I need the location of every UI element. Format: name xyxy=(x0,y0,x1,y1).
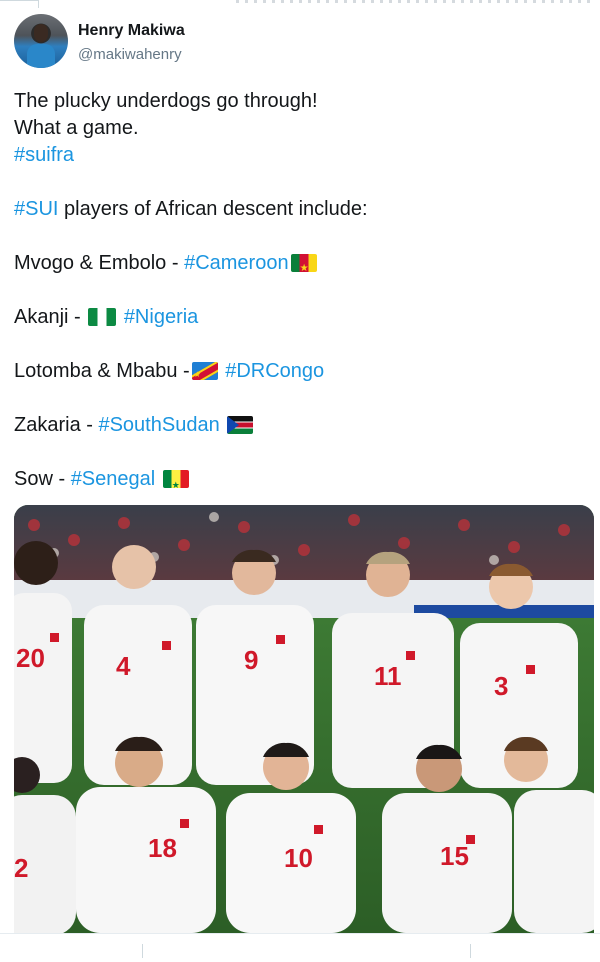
jersey-number: 10 xyxy=(284,843,313,873)
hashtag-link[interactable]: #SUI xyxy=(14,198,58,220)
tweet-text-fragment: Lotomba & Mbabu - xyxy=(14,360,190,382)
jersey-number: 20 xyxy=(16,643,45,673)
tweet-text-fragment: Sow - xyxy=(14,468,71,490)
south-sudan-flag-icon xyxy=(227,416,254,434)
tweet-text-fragment: Zakaria - xyxy=(14,414,99,436)
tweet-text-fragment: Mvogo & Embolo - xyxy=(14,252,185,274)
hashtag-link[interactable]: #SouthSudan xyxy=(98,414,219,436)
tweet-line: The plucky underdogs go through! xyxy=(14,90,318,112)
top-divider xyxy=(0,0,600,8)
jersey-number: 11 xyxy=(374,661,402,691)
hashtag-link[interactable]: #suifra xyxy=(14,144,74,166)
jersey-number: 15 xyxy=(440,841,469,871)
hashtag-link[interactable]: #Nigeria xyxy=(124,306,198,328)
team-photo-illustration: 20 4 9 11 3 2 18 10 15 xyxy=(14,505,594,933)
avatar[interactable] xyxy=(14,14,68,68)
jersey-number: 3 xyxy=(494,671,508,701)
hashtag-link[interactable]: #Cameroon xyxy=(184,252,289,274)
jersey-number: 4 xyxy=(116,651,131,681)
tweet-text-fragment: Akanji - xyxy=(14,306,87,328)
tweet-text-fragment: players of African descent include: xyxy=(58,198,368,220)
cameroon-flag-icon xyxy=(290,254,317,272)
author-name[interactable]: Henry Makiwa xyxy=(78,22,185,40)
author-handle[interactable]: @makiwahenry xyxy=(78,46,182,63)
senegal-flag-icon xyxy=(162,470,189,488)
tweet-header: Henry Makiwa @makiwahenry xyxy=(14,14,574,70)
team-photo[interactable]: 20 4 9 11 3 2 18 10 15 xyxy=(14,505,594,933)
dr-congo-flag-icon xyxy=(191,362,218,380)
tweet-line: What a game. xyxy=(14,117,139,139)
jersey-number: 2 xyxy=(14,853,28,883)
hashtag-link[interactable]: #DRCongo xyxy=(225,360,324,382)
jersey-number: 18 xyxy=(148,833,177,863)
nigeria-flag-icon xyxy=(88,308,117,326)
jersey-number: 9 xyxy=(244,645,258,675)
hashtag-link[interactable]: #Senegal xyxy=(71,468,156,490)
tweet-body: The plucky underdogs go through! What a … xyxy=(14,88,574,493)
tweet-footer xyxy=(0,933,600,962)
